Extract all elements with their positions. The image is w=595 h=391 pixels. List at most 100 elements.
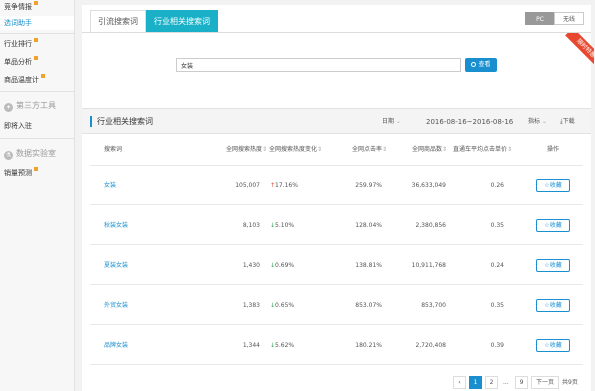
new-tag-icon bbox=[34, 167, 38, 171]
sidebar-item-product-analysis[interactable]: 单品分析 bbox=[0, 55, 74, 69]
download-button[interactable]: ⤓下载 bbox=[560, 118, 575, 126]
pagination-next[interactable]: 下一页 › bbox=[531, 376, 559, 391]
heat-change: ↓0.65% bbox=[270, 302, 294, 310]
promo-ribbon-text: 限时特惠 bbox=[565, 33, 594, 69]
search-button[interactable]: 查看 bbox=[465, 58, 497, 72]
pagination-total: 共9页 bbox=[562, 379, 578, 386]
column-header-heat[interactable]: 全网搜索热度⇕ bbox=[226, 146, 267, 154]
favorite-label: 收藏 bbox=[549, 222, 562, 229]
heat-value: 1,383 bbox=[242, 302, 260, 309]
date-dropdown[interactable]: 日期 ⌄ bbox=[382, 118, 401, 126]
keyword-link[interactable]: 夏装女装 bbox=[104, 262, 128, 270]
tab-label: 引流搜索词 bbox=[98, 17, 138, 26]
favorite-label: 收藏 bbox=[549, 262, 562, 269]
search-button-label: 查看 bbox=[478, 62, 491, 68]
lab-icon: ⚗ bbox=[4, 151, 13, 160]
keyword-link[interactable]: 外贸女装 bbox=[104, 302, 128, 310]
pagination-page-1[interactable]: 1 bbox=[469, 376, 482, 389]
heat-change: ↓5.62% bbox=[270, 342, 294, 350]
column-header-goods[interactable]: 全网商品数⇕ bbox=[412, 146, 447, 154]
sidebar-item-keyword-helper[interactable]: 选词助手 bbox=[0, 16, 74, 30]
sidebar-divider bbox=[0, 91, 74, 92]
goods-value: 2,720,408 bbox=[415, 342, 446, 349]
sidebar-item-industry-rank[interactable]: 行业排行 bbox=[0, 37, 74, 51]
device-pc-button[interactable]: PC bbox=[525, 12, 555, 25]
column-header-heat-change[interactable]: 全网搜索热度变化⇕ bbox=[269, 146, 322, 154]
goods-value: 10,911,768 bbox=[411, 262, 446, 269]
sidebar-item-label: 单品分析 bbox=[4, 58, 32, 66]
sidebar-item-label: 选词助手 bbox=[4, 19, 32, 27]
sort-icon: ⇕ bbox=[262, 146, 268, 153]
column-header-cpc[interactable]: 直通车平均点击单价⇕ bbox=[453, 146, 512, 154]
sidebar-item-label: 销量预测 bbox=[4, 169, 32, 177]
heat-change-value: 0.65% bbox=[275, 302, 295, 309]
favorite-button[interactable]: ☆收藏 bbox=[536, 179, 570, 192]
favorite-button[interactable]: ☆收藏 bbox=[536, 339, 570, 352]
sort-icon: ⇕ bbox=[442, 146, 448, 153]
favorite-button[interactable]: ☆收藏 bbox=[536, 259, 570, 272]
ctr-value: 138.81% bbox=[355, 262, 382, 269]
sidebar: 竞争情报 选词助手 行业排行 单品分析 商品温度计 ✦ 第三方工具 即将入驻 ⚗ 数… bbox=[0, 0, 75, 391]
device-label: 无线 bbox=[562, 16, 575, 23]
column-header-label: 全网搜索热度变化 bbox=[269, 146, 318, 153]
sidebar-item-competition[interactable]: 竞争情报 bbox=[0, 0, 74, 14]
new-tag-icon bbox=[34, 38, 38, 42]
goods-value: 36,633,049 bbox=[411, 182, 446, 189]
device-wireless-button[interactable]: 无线 bbox=[554, 12, 584, 25]
heat-value: 105,007 bbox=[235, 182, 260, 189]
favorite-button[interactable]: ☆收藏 bbox=[536, 299, 570, 312]
column-header-label: 全网搜索热度 bbox=[226, 146, 263, 153]
favorite-button[interactable]: ☆收藏 bbox=[536, 219, 570, 232]
sidebar-item-sales-forecast[interactable]: 销量预测 bbox=[0, 166, 74, 180]
keyword-link[interactable]: 秋装女装 bbox=[104, 222, 128, 230]
metric-dropdown[interactable]: 指标 ⌄ bbox=[528, 118, 547, 126]
search-icon bbox=[471, 62, 477, 67]
column-header-ctr[interactable]: 全网点击率⇕ bbox=[352, 146, 387, 154]
column-header-action: 操作 bbox=[547, 146, 560, 153]
favorite-label: 收藏 bbox=[549, 182, 562, 189]
section-title: 行业相关搜索词 bbox=[90, 116, 153, 127]
sidebar-item-label: 行业排行 bbox=[4, 40, 32, 48]
table-divider bbox=[90, 364, 583, 365]
sort-icon: ⇕ bbox=[507, 146, 513, 153]
ctr-value: 180.21% bbox=[355, 342, 382, 349]
tools-icon: ✦ bbox=[4, 103, 13, 112]
new-tag-icon bbox=[34, 1, 38, 5]
search-input[interactable] bbox=[176, 58, 461, 72]
column-header-keyword: 搜索词 bbox=[104, 146, 123, 153]
favorite-label: 收藏 bbox=[549, 302, 562, 309]
column-header-label: 全网商品数 bbox=[412, 146, 443, 153]
date-range: 2016-08-16~2016-08-16 bbox=[426, 118, 514, 126]
keyword-link[interactable]: 品牌女装 bbox=[104, 342, 128, 350]
download-label: 下载 bbox=[562, 118, 575, 125]
sidebar-divider bbox=[0, 33, 74, 34]
heat-change-value: 0.69% bbox=[275, 262, 295, 269]
pagination-prev[interactable]: ‹ bbox=[453, 376, 466, 389]
tab-traffic-keywords[interactable]: 引流搜索词 bbox=[90, 10, 146, 32]
cpc-value: 0.35 bbox=[490, 302, 504, 309]
sidebar-item-label: 商品温度计 bbox=[4, 76, 39, 84]
sort-icon: ⇕ bbox=[317, 146, 323, 153]
pagination-page-9[interactable]: 9 bbox=[515, 376, 528, 389]
sidebar-group-label: 第三方工具 bbox=[16, 101, 56, 110]
goods-value: 2,380,856 bbox=[415, 222, 446, 229]
heat-change: ↓0.69% bbox=[270, 262, 294, 270]
heat-value: 1,344 bbox=[242, 342, 260, 349]
chevron-down-icon: ⌄ bbox=[394, 118, 401, 125]
tab-industry-keywords[interactable]: 行业相关搜索词 bbox=[146, 10, 218, 32]
sidebar-item-thermometer[interactable]: 商品温度计 bbox=[0, 73, 74, 87]
new-tag-icon bbox=[34, 56, 38, 60]
sort-icon: ⇕ bbox=[382, 146, 388, 153]
heat-change-value: 5.62% bbox=[275, 342, 295, 349]
pagination-page-2[interactable]: 2 bbox=[485, 376, 498, 389]
column-header-label: 直通车平均点击单价 bbox=[453, 146, 508, 153]
keyword-link[interactable]: 女装 bbox=[104, 182, 116, 190]
new-tag-icon bbox=[41, 74, 45, 78]
pagination-ellipsis: ... bbox=[503, 379, 509, 386]
ctr-value: 853.07% bbox=[355, 302, 382, 309]
ctr-value: 259.97% bbox=[355, 182, 382, 189]
heat-change: ↑17.16% bbox=[270, 182, 298, 190]
tab-label: 行业相关搜索词 bbox=[154, 17, 210, 26]
sidebar-item-coming-soon[interactable]: 即将入驻 bbox=[0, 119, 74, 133]
heat-value: 1,430 bbox=[242, 262, 260, 269]
